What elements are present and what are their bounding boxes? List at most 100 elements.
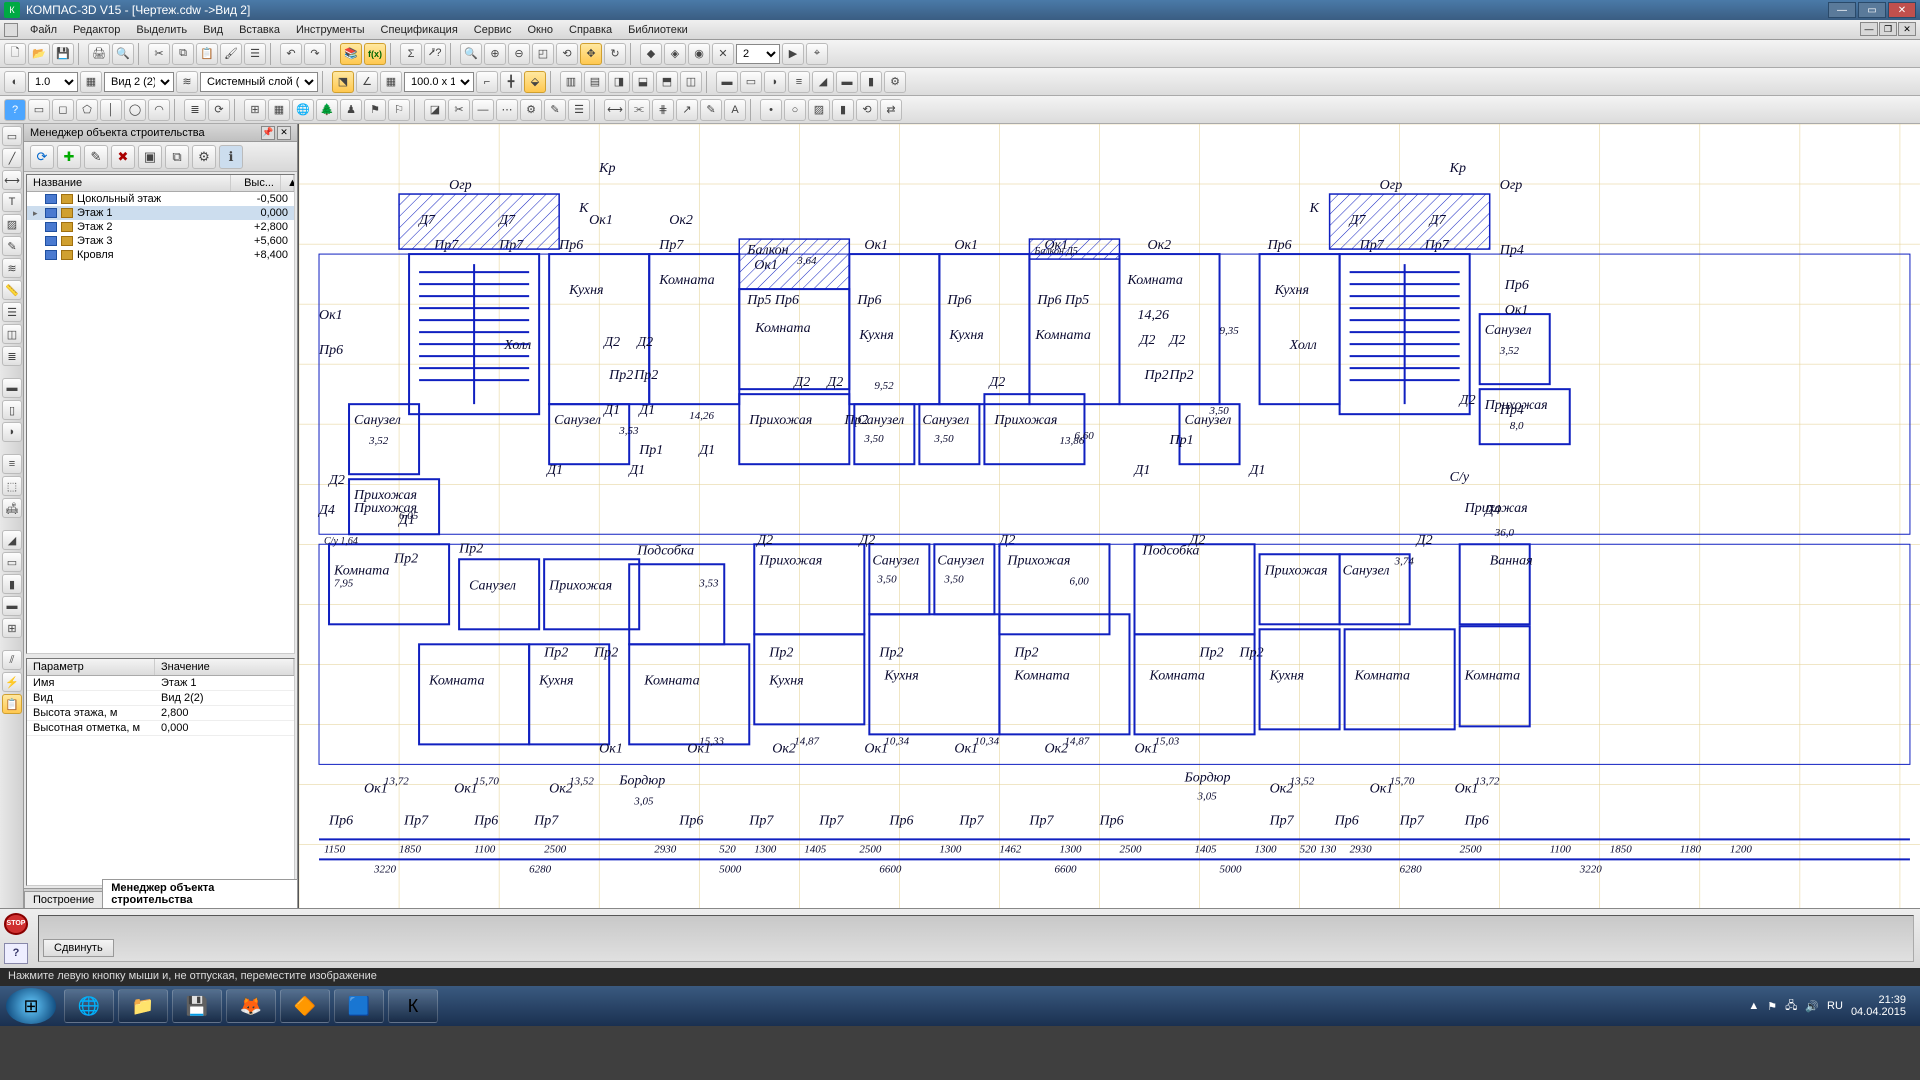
tray-volume-icon[interactable]: 🔊 bbox=[1805, 1000, 1819, 1013]
tree-row[interactable]: ▸Этаж 10,000 bbox=[27, 206, 294, 220]
params-button[interactable]: ✎ bbox=[544, 99, 566, 121]
cut-button[interactable]: ✂ bbox=[148, 43, 170, 65]
panel-tab-manager[interactable]: Менеджер объекта строительства bbox=[102, 879, 298, 908]
zoom-in-button[interactable]: ⊕ bbox=[484, 43, 506, 65]
redo-button[interactable]: ↷ bbox=[304, 43, 326, 65]
preview-button[interactable]: 🔍 bbox=[112, 43, 134, 65]
fill-button[interactable]: ▮ bbox=[832, 99, 854, 121]
refresh-button[interactable]: ⟳ bbox=[208, 99, 230, 121]
task-kompas[interactable]: К bbox=[388, 989, 438, 1023]
start-button[interactable]: ⊞ bbox=[6, 988, 56, 1024]
lib-manager-button[interactable]: 📚 bbox=[340, 43, 362, 65]
menu-file[interactable]: Файл bbox=[22, 22, 65, 38]
snap-endpoint-button[interactable]: ◆ bbox=[640, 43, 662, 65]
layer-button[interactable]: ≋ bbox=[176, 71, 198, 93]
square-button[interactable]: ◻ bbox=[52, 99, 74, 121]
new-button[interactable]: 🗋 bbox=[4, 43, 26, 65]
menu-window[interactable]: Окно bbox=[519, 22, 561, 38]
dim-grid-button[interactable]: ⋕ bbox=[652, 99, 674, 121]
vtool-view-button[interactable]: ◫ bbox=[2, 324, 22, 344]
doc-restore-button[interactable]: ❐ bbox=[1879, 22, 1897, 36]
panel-refresh-button[interactable]: ⟳ bbox=[30, 145, 54, 169]
vtool-measure-button[interactable]: 📏 bbox=[2, 280, 22, 300]
print-button[interactable]: 🖨 bbox=[88, 43, 110, 65]
property-row[interactable]: Высотная отметка, м0,000 bbox=[27, 721, 294, 736]
vtool-manager-button[interactable]: 📋 bbox=[2, 694, 22, 714]
menu-edit[interactable]: Редактор bbox=[65, 22, 128, 38]
maximize-button[interactable]: ▭ bbox=[1858, 2, 1886, 18]
props-header-val[interactable]: Значение bbox=[155, 659, 294, 675]
menu-libs[interactable]: Библиотеки bbox=[620, 22, 696, 38]
grid-button[interactable]: ▦ bbox=[380, 71, 402, 93]
tool-c-button[interactable]: ◨ bbox=[608, 71, 630, 93]
menu-service[interactable]: Сервис bbox=[466, 22, 520, 38]
tree-row[interactable]: Кровля+8,400 bbox=[27, 248, 294, 262]
doc-minimize-button[interactable]: — bbox=[1860, 22, 1878, 36]
task-explorer[interactable]: 📁 bbox=[118, 989, 168, 1023]
scale-combo[interactable]: 1.0 bbox=[28, 72, 78, 92]
text-button[interactable]: A bbox=[724, 99, 746, 121]
menu-tools[interactable]: Инструменты bbox=[288, 22, 373, 38]
dim-linear-button[interactable]: ⟷ bbox=[604, 99, 626, 121]
copy-button[interactable]: ⧉ bbox=[172, 43, 194, 65]
task-app2[interactable]: 🟦 bbox=[334, 989, 384, 1023]
snap-mid-button[interactable]: ◈ bbox=[664, 43, 686, 65]
brush-button[interactable]: 🖌 bbox=[220, 43, 242, 65]
panel-3d-button[interactable]: ▣ bbox=[138, 145, 162, 169]
undo-button[interactable]: ↶ bbox=[280, 43, 302, 65]
snap-next-button[interactable]: ▶ bbox=[782, 43, 804, 65]
drawing-canvas[interactable]: Пр7Пр7 ОгрД7Д7 ККр Пр6Кухня Ок1 Пр7Комна… bbox=[298, 124, 1920, 908]
tray-network-icon[interactable]: 🖧 bbox=[1785, 997, 1797, 1016]
tree-header-name[interactable]: Название bbox=[27, 175, 231, 191]
task-app1[interactable]: 🔶 bbox=[280, 989, 330, 1023]
arch-settings-button[interactable]: ⚙ bbox=[884, 71, 906, 93]
vtool-window-button[interactable]: ▯ bbox=[2, 400, 22, 420]
vtool-param-button[interactable]: ≋ bbox=[2, 258, 22, 278]
vtool-pipe-button[interactable]: ⫽ bbox=[2, 650, 22, 670]
pan-button[interactable]: ✥ bbox=[580, 43, 602, 65]
tray-lang[interactable]: RU bbox=[1827, 1000, 1843, 1012]
grid-step-combo[interactable]: 100.0 x 10 bbox=[404, 72, 474, 92]
snap-combo[interactable]: 2 bbox=[736, 44, 780, 64]
vtool-spec-button[interactable]: ☰ bbox=[2, 302, 22, 322]
vtool-grid-button[interactable]: ⊞ bbox=[2, 618, 22, 638]
extend-button[interactable]: — bbox=[472, 99, 494, 121]
tree-scroll-up[interactable]: ▲ bbox=[281, 175, 294, 191]
vtool-layer-button[interactable]: ≣ bbox=[2, 346, 22, 366]
local-cs-button[interactable]: ⌐ bbox=[476, 71, 498, 93]
properties-button[interactable]: ☰ bbox=[244, 43, 266, 65]
tree-row[interactable]: Цокольный этаж-0,500 bbox=[27, 192, 294, 206]
states-button[interactable]: ◐ bbox=[4, 71, 26, 93]
arch-wall-button[interactable]: ▬ bbox=[716, 71, 738, 93]
panel-info-button[interactable]: ℹ bbox=[219, 145, 243, 169]
globe-button[interactable]: 🌐 bbox=[292, 99, 314, 121]
flag-button[interactable]: ⚑ bbox=[364, 99, 386, 121]
snap-toggle-button[interactable]: ⌖ bbox=[806, 43, 828, 65]
view-manager-button[interactable]: ▦ bbox=[80, 71, 102, 93]
list-button[interactable]: ☰ bbox=[568, 99, 590, 121]
gear-button[interactable]: ⚙ bbox=[520, 99, 542, 121]
zoom-region-button[interactable]: ◰ bbox=[532, 43, 554, 65]
menu-insert[interactable]: Вставка bbox=[231, 22, 288, 38]
eraser-button[interactable]: ◪ bbox=[424, 99, 446, 121]
panel-edit-button[interactable]: ✎ bbox=[84, 145, 108, 169]
arch-window-button[interactable]: ▭ bbox=[740, 71, 762, 93]
tree-row[interactable]: Этаж 2+2,800 bbox=[27, 220, 294, 234]
vtool-furn-button[interactable]: 🛋 bbox=[2, 498, 22, 518]
vtool-roof-button[interactable]: ◢ bbox=[2, 530, 22, 550]
vtool-slab-button[interactable]: ▭ bbox=[2, 552, 22, 572]
stop-button[interactable]: STOP bbox=[4, 913, 28, 935]
vtool-dim-button[interactable]: ⟷ bbox=[2, 170, 22, 190]
open-button[interactable]: 📂 bbox=[28, 43, 50, 65]
hatch-button[interactable]: ▨ bbox=[808, 99, 830, 121]
ortho-button[interactable]: ⬔ bbox=[332, 71, 354, 93]
snap-center-button[interactable]: ◉ bbox=[688, 43, 710, 65]
task-save[interactable]: 💾 bbox=[172, 989, 222, 1023]
axes-button[interactable]: ╋ bbox=[500, 71, 522, 93]
fx-button[interactable]: f(x) bbox=[364, 43, 386, 65]
tool-a-button[interactable]: ▥ bbox=[560, 71, 582, 93]
vtool-col-button[interactable]: ▮ bbox=[2, 574, 22, 594]
sync2-button[interactable]: ⇄ bbox=[880, 99, 902, 121]
tree-header-val[interactable]: Выс... bbox=[231, 175, 281, 191]
variables-button[interactable]: Σ bbox=[400, 43, 422, 65]
